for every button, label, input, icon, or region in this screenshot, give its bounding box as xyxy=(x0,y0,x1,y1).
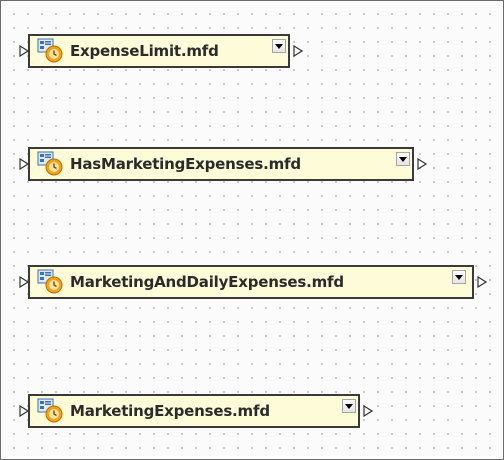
mapping-function-icon xyxy=(36,151,64,177)
chevron-down-icon xyxy=(455,274,463,280)
mapping-function-icon xyxy=(36,398,64,424)
mapping-canvas[interactable]: ExpenseLimit.mfd HasMarketingExpenses.mf… xyxy=(0,0,504,460)
output-port-icon[interactable] xyxy=(363,405,373,417)
node-dropdown-button[interactable] xyxy=(452,270,466,284)
node-label: HasMarketingExpenses.mfd xyxy=(70,155,301,173)
mapping-function-icon xyxy=(36,269,64,295)
node-box[interactable]: MarketingExpenses.mfd xyxy=(28,394,360,428)
node-box[interactable]: MarketingAndDailyExpenses.mfd xyxy=(28,265,474,299)
node-label: ExpenseLimit.mfd xyxy=(70,42,219,60)
output-port-icon[interactable] xyxy=(477,276,487,288)
mapping-node[interactable]: ExpenseLimit.mfd xyxy=(19,34,321,68)
node-dropdown-button[interactable] xyxy=(272,39,286,53)
mapping-node[interactable]: MarketingExpenses.mfd xyxy=(19,394,391,428)
chevron-down-icon xyxy=(399,156,407,162)
mapping-node[interactable]: MarketingAndDailyExpenses.mfd xyxy=(19,265,489,299)
chevron-down-icon xyxy=(275,43,283,49)
node-box[interactable]: HasMarketingExpenses.mfd xyxy=(28,147,414,181)
node-label: MarketingAndDailyExpenses.mfd xyxy=(70,273,344,291)
node-dropdown-button[interactable] xyxy=(342,399,356,413)
chevron-down-icon xyxy=(345,403,353,409)
output-port-icon[interactable] xyxy=(293,45,303,57)
mapping-node[interactable]: HasMarketingExpenses.mfd xyxy=(19,147,449,181)
mapping-function-icon xyxy=(36,38,64,64)
output-port-icon[interactable] xyxy=(417,158,427,170)
node-box[interactable]: ExpenseLimit.mfd xyxy=(28,34,290,68)
node-dropdown-button[interactable] xyxy=(396,152,410,166)
node-label: MarketingExpenses.mfd xyxy=(70,402,270,420)
